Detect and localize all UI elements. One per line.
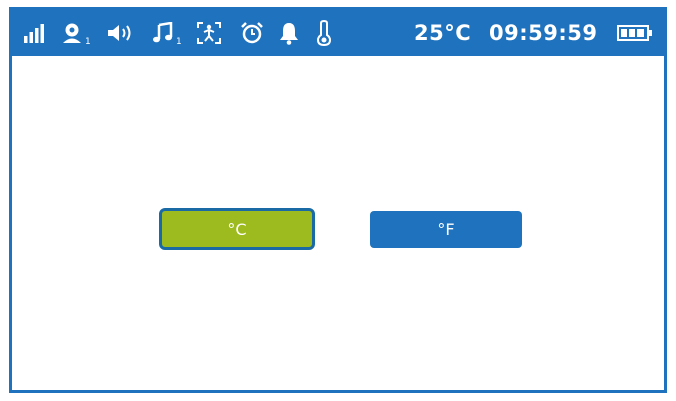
thermometer-icon xyxy=(314,10,334,56)
camera-user-icon xyxy=(60,10,84,56)
camera-channel-number: 1 xyxy=(85,37,91,47)
signal-strength-icon xyxy=(22,10,46,56)
motion-tracking-icon xyxy=(195,10,223,56)
speaker-volume-icon xyxy=(106,10,136,56)
temperature-unit-panel: °C °F xyxy=(12,56,664,390)
music-note-icon xyxy=(152,10,174,56)
temperature-readout: 25°C xyxy=(414,21,472,45)
celsius-button[interactable]: °C xyxy=(159,208,315,250)
battery-icon xyxy=(617,10,653,56)
status-bar: 1 1 25°C 09:59:59 xyxy=(12,10,664,56)
time-readout: 09:59:59 xyxy=(489,21,598,45)
music-channel-number: 1 xyxy=(176,37,182,47)
device-screen: 1 1 25°C 09:59:59 °C °F xyxy=(9,7,667,393)
fahrenheit-button[interactable]: °F xyxy=(370,211,522,248)
celsius-button-label: °C xyxy=(227,219,247,239)
fahrenheit-button-label: °F xyxy=(437,220,455,239)
bell-icon xyxy=(277,10,301,56)
alarm-clock-icon xyxy=(240,10,264,56)
